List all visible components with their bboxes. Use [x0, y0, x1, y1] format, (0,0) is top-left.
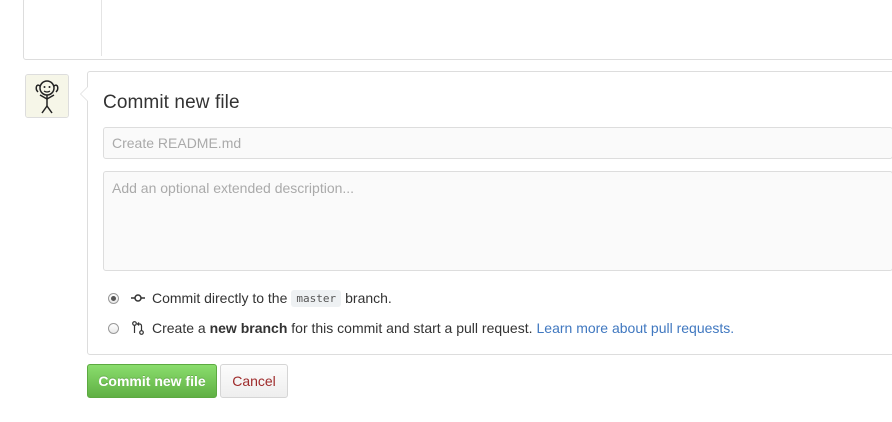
new-branch-text-after: for this commit and start a pull request… [291, 320, 533, 336]
commit-direct-text-after: branch. [345, 290, 392, 306]
new-branch-text: Create a [152, 320, 206, 336]
commit-description-input[interactable] [103, 171, 892, 271]
commit-form-title: Commit new file [103, 92, 240, 113]
commit-direct-option[interactable]: Commit directly to the master branch. [108, 288, 392, 308]
git-pull-request-icon [130, 320, 146, 336]
new-branch-option[interactable]: Create a new branch for this commit and … [108, 318, 734, 338]
file-editor-bottom [23, 0, 892, 60]
branch-name: master [291, 289, 342, 307]
new-branch-bold: new branch [209, 320, 288, 336]
commit-summary-input[interactable] [103, 127, 892, 159]
git-commit-icon [130, 290, 146, 306]
learn-more-pull-requests-link[interactable]: Learn more about pull requests. [537, 320, 735, 336]
cancel-button[interactable]: Cancel [220, 364, 288, 398]
commit-direct-radio[interactable] [108, 292, 119, 304]
commit-direct-text: Commit directly to the [152, 290, 288, 306]
commit-new-file-button[interactable]: Commit new file [87, 364, 217, 398]
editor-gutter [101, 0, 102, 56]
commit-form: Commit new file Commit directly to the m… [80, 71, 892, 355]
avatar [25, 74, 69, 118]
new-branch-radio[interactable] [108, 322, 119, 334]
stick-figure-avatar-icon [26, 75, 68, 117]
